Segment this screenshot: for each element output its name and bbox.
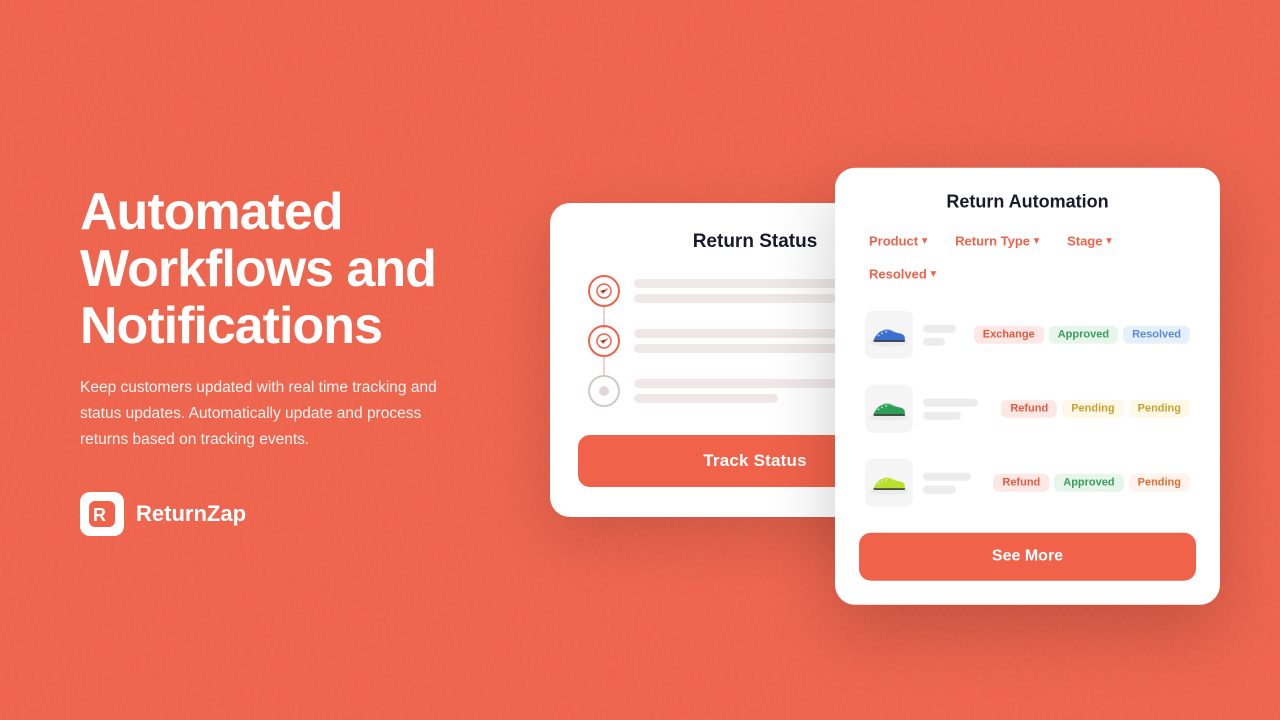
badges-row-2: Refund Pending Pending [1001,400,1190,418]
table-row: Refund Pending Pending [859,377,1196,441]
automation-title: Return Automation [859,192,1196,213]
product-lines-2 [923,398,991,419]
line-3a [634,379,864,388]
return-automation-card: Return Automation Product ▾ Return Type … [835,168,1220,605]
product-rows: Exchange Approved Resolved [859,303,1196,515]
badge-approved-3: Approved [1054,474,1123,492]
table-row: Refund Approved Pending [859,451,1196,515]
badges-row-3: Refund Approved Pending [993,474,1190,492]
line-1b [634,294,836,303]
svg-text:R: R [93,505,106,525]
badge-refund-2: Refund [1001,400,1057,418]
badge-pending-2b: Pending [1129,400,1190,418]
return-type-filter[interactable]: Return Type ▾ [945,229,1049,254]
badges-row-1: Exchange Approved Resolved [974,326,1190,344]
product-line-3a [923,472,971,480]
badge-pending-3: Pending [1129,474,1190,492]
page-wrapper: Automated Workflows and Notifications Ke… [0,0,1280,720]
timeline-icon-3 [588,375,620,407]
product-line-1b [923,337,945,345]
shoe-icon-1 [868,321,910,349]
resolved-filter[interactable]: Resolved ▾ [859,262,946,287]
badge-refund-3: Refund [993,474,1049,492]
shoe-icon-3 [868,469,910,497]
product-image-3 [865,459,913,507]
stage-filter-label: Stage [1067,234,1102,249]
timeline-icon-2 [588,325,620,357]
filter-row: Product ▾ Return Type ▾ Stage ▾ Resolved… [859,229,1196,287]
product-filter[interactable]: Product ▾ [859,229,937,254]
brand-icon: R [89,501,115,527]
headline: Automated Workflows and Notifications [80,184,520,356]
resolved-chevron: ▾ [931,269,936,280]
badge-approved-1: Approved [1049,326,1118,344]
product-line-2b [923,411,961,419]
resolved-filter-label: Resolved [869,267,927,282]
shoe-icon-2 [868,395,910,423]
return-type-chevron: ▾ [1034,236,1039,247]
see-more-button[interactable]: See More [859,533,1196,581]
product-image-1 [865,311,913,359]
stage-chevron: ▾ [1106,236,1111,247]
timeline-icon-1 [588,275,620,307]
product-line-1a [923,324,956,332]
badge-pending-2a: Pending [1062,400,1123,418]
product-image-2 [865,385,913,433]
brand-name-plain: Return [136,501,207,526]
product-filter-label: Product [869,234,918,249]
subtext: Keep customers updated with real time tr… [80,375,440,452]
product-line-3b [923,485,956,493]
brand: R ReturnZap [80,492,520,536]
product-line-2a [923,398,978,406]
left-panel: Automated Workflows and Notifications Ke… [80,184,520,536]
brand-logo: R [80,492,124,536]
stage-filter[interactable]: Stage ▾ [1057,229,1121,254]
product-lines-1 [923,324,964,345]
line-2b [634,344,864,353]
line-3b [634,394,778,403]
badge-exchange-1: Exchange [974,326,1044,344]
badge-resolved-1: Resolved [1123,326,1190,344]
product-filter-chevron: ▾ [922,236,927,247]
right-panel: Return Status [520,0,1200,720]
brand-name-bold: Zap [207,501,246,526]
return-type-filter-label: Return Type [955,234,1030,249]
brand-name: ReturnZap [136,501,246,527]
table-row: Exchange Approved Resolved [859,303,1196,367]
product-lines-3 [923,472,983,493]
